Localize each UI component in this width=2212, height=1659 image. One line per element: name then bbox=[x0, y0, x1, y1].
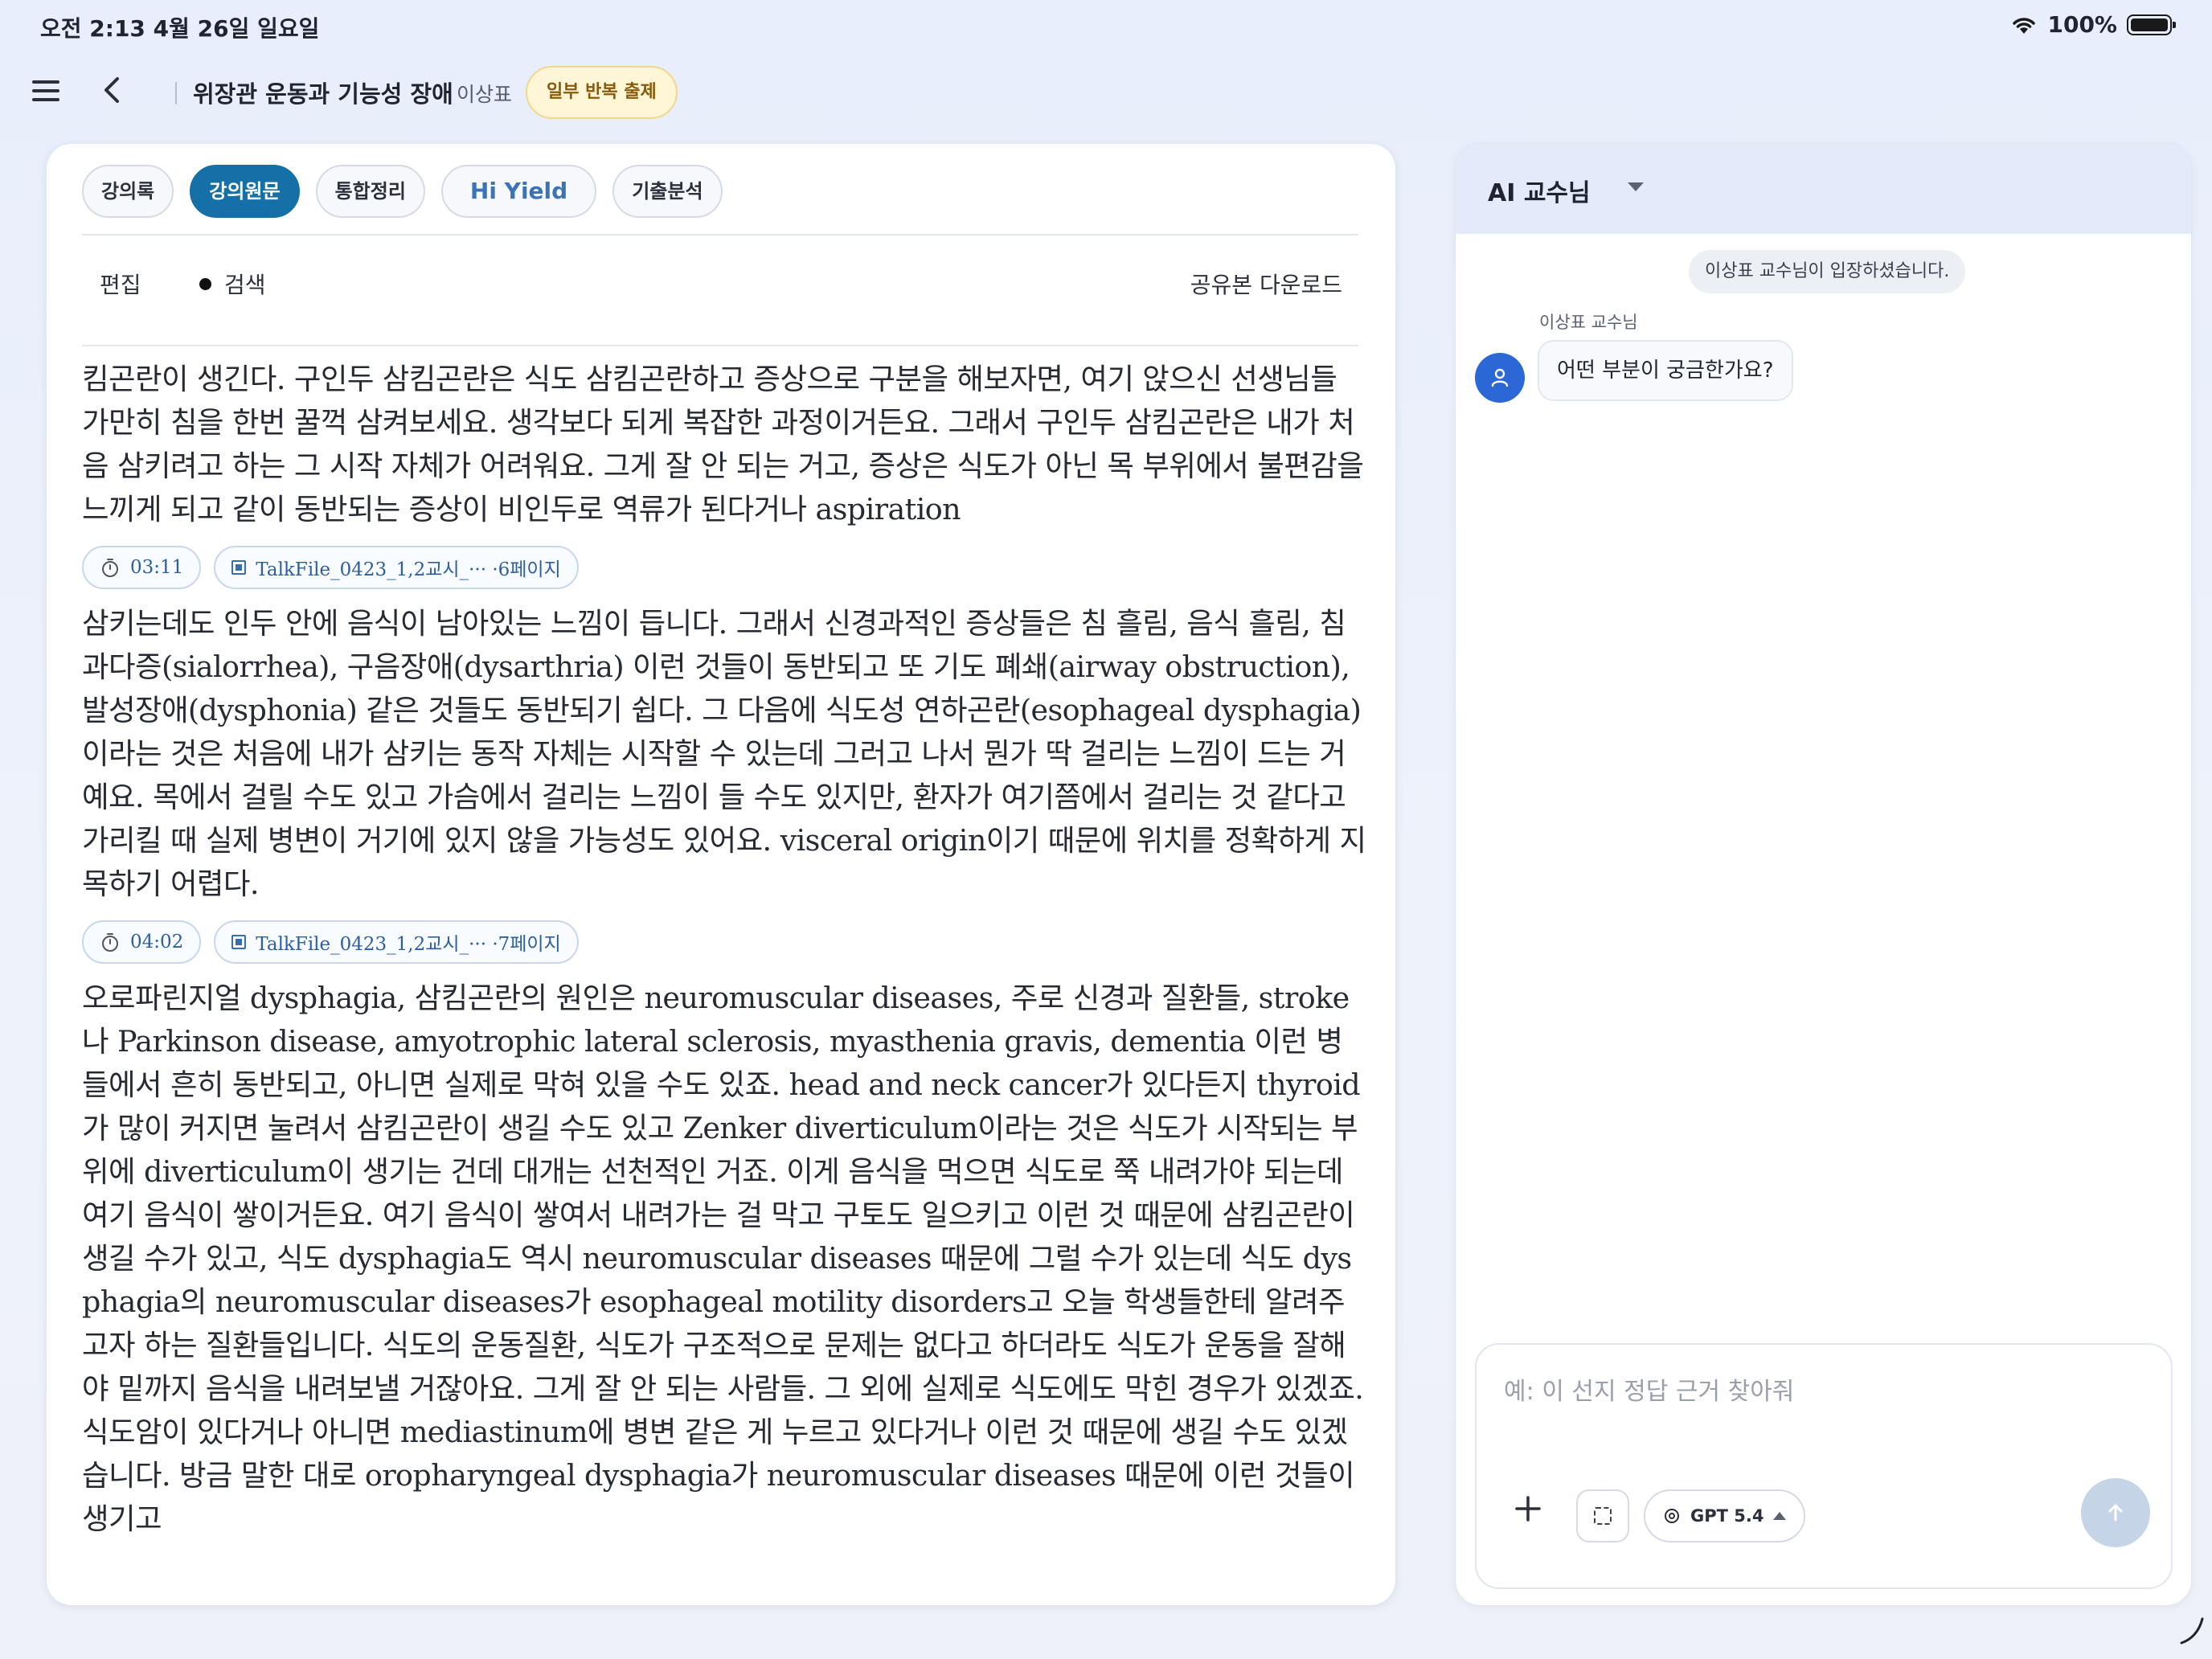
tab-past-exam-analysis[interactable]: 기출분석 bbox=[612, 165, 723, 218]
download-shared-button[interactable]: 공유본 다운로드 bbox=[1190, 268, 1342, 300]
transcript-toolbar: 편집 검색 공유본 다운로드 bbox=[82, 268, 1358, 316]
professor-avatar bbox=[1475, 353, 1525, 403]
transcript-paragraph: 킴곤란이 생긴다. 구인두 삼킴곤란은 식도 삼킴곤란하고 증상으로 구분을 해… bbox=[82, 362, 1364, 526]
ai-professor-panel: AI 교수님 이상표 교수님이 입장하셨습니다. 이상표 교수님 어떤 부분이 … bbox=[1455, 143, 2192, 1606]
repeat-badge: 일부 반복 출제 bbox=[526, 66, 678, 119]
chat-header: AI 교수님 bbox=[1456, 144, 2191, 234]
page-header: 위장관 운동과 기능성 장애 이상표 일부 반복 출제 bbox=[0, 58, 1366, 130]
source-file-label: TalkFile_0423_1,2교시_··· ·7페이지 bbox=[256, 934, 561, 955]
lecture-tabs: 강의록 강의원문 통합정리 Hi Yield 기출분석 bbox=[82, 165, 723, 218]
battery-icon bbox=[2127, 14, 2176, 35]
toolbar-divider bbox=[82, 345, 1358, 346]
transcript-content: 킴곤란이 생긴다. 구인두 삼킴곤란은 식도 삼킴곤란하고 증상으로 구분을 해… bbox=[82, 358, 1368, 1541]
transcript-paragraph: 삼키는데도 인두 안에 음식이 남아있는 느낌이 듭니다. 그래서 신경과적인 … bbox=[82, 606, 1366, 901]
transcript-meta: 04:02 TalkFile_0423_1,2교시_··· ·7페이지 bbox=[82, 920, 1368, 964]
chevron-up-icon bbox=[1773, 1512, 1787, 1520]
battery-percent: 100% bbox=[2047, 11, 2117, 38]
lecture-title: 위장관 운동과 기능성 장애 bbox=[193, 80, 453, 108]
professor-name: 이상표 bbox=[457, 83, 513, 106]
file-icon bbox=[231, 560, 247, 575]
user-icon bbox=[1491, 368, 1509, 387]
search-indicator-dot bbox=[199, 277, 211, 290]
transcript-paragraph: 오로파린지얼 dysphagia, 삼킴곤란의 원인은 neuromuscula… bbox=[82, 981, 1364, 1536]
timer-icon bbox=[102, 933, 118, 952]
back-arrow-icon[interactable] bbox=[98, 74, 127, 106]
tab-hi-yield[interactable]: Hi Yield bbox=[440, 165, 597, 218]
tab-integrated-summary[interactable]: 통합정리 bbox=[315, 165, 425, 218]
edit-button[interactable]: 편집 bbox=[100, 268, 141, 300]
model-label: GPT 5.4 bbox=[1690, 1506, 1764, 1526]
timestamp-label: 03:11 bbox=[130, 557, 184, 578]
chat-title[interactable]: AI 교수님 bbox=[1488, 173, 1591, 208]
plus-icon[interactable] bbox=[1509, 1489, 1547, 1528]
timestamp-chip[interactable]: 03:11 bbox=[82, 546, 202, 589]
status-bar: 오전 2:13 4월 26일 일요일 100% bbox=[0, 0, 2212, 51]
tabs-divider bbox=[82, 234, 1358, 236]
file-icon bbox=[231, 935, 247, 949]
menu-icon[interactable] bbox=[32, 79, 61, 103]
timestamp-chip[interactable]: 04:02 bbox=[82, 920, 202, 964]
dropdown-caret-icon[interactable] bbox=[1628, 182, 1644, 191]
tab-lecture-notes[interactable]: 강의록 bbox=[82, 165, 174, 218]
status-right: 100% bbox=[2010, 11, 2176, 38]
timestamp-label: 04:02 bbox=[130, 932, 184, 952]
message-sender: 이상표 교수님 bbox=[1539, 313, 1638, 332]
header-divider bbox=[175, 82, 177, 104]
source-file-label: TalkFile_0423_1,2교시_··· ·6페이지 bbox=[256, 559, 561, 580]
wifi-icon bbox=[2013, 17, 2036, 34]
search-button[interactable]: 검색 bbox=[199, 268, 266, 300]
chat-message-bubble: 어떤 부분이 궁금한가요? bbox=[1538, 340, 1793, 401]
source-file-chip[interactable]: TalkFile_0423_1,2교시_··· ·6페이지 bbox=[214, 546, 579, 589]
chat-input[interactable] bbox=[1502, 1377, 2132, 1407]
lecture-card: 강의록 강의원문 통합정리 Hi Yield 기출분석 편집 검색 공유본 다운… bbox=[46, 143, 1396, 1606]
pencil-stroke-icon bbox=[2180, 1617, 2204, 1645]
model-selector[interactable]: GPT 5.4 bbox=[1644, 1489, 1806, 1542]
arrow-up-icon bbox=[2108, 1504, 2123, 1522]
selection-icon bbox=[1594, 1507, 1612, 1525]
chat-composer: GPT 5.4 bbox=[1475, 1343, 2173, 1589]
status-time: 오전 2:13 4월 26일 일요일 bbox=[40, 15, 320, 42]
source-file-chip[interactable]: TalkFile_0423_1,2교시_··· ·7페이지 bbox=[214, 920, 579, 964]
send-button[interactable] bbox=[2081, 1478, 2150, 1547]
tab-original-transcript[interactable]: 강의원문 bbox=[190, 165, 300, 218]
search-label: 검색 bbox=[224, 272, 266, 298]
timer-icon bbox=[102, 559, 118, 577]
transcript-meta: 03:11 TalkFile_0423_1,2교시_··· ·6페이지 bbox=[82, 546, 1368, 589]
area-select-button[interactable] bbox=[1576, 1489, 1629, 1542]
system-message: 이상표 교수님이 입장하셨습니다. bbox=[1689, 250, 1966, 293]
openai-icon bbox=[1665, 1509, 1679, 1523]
